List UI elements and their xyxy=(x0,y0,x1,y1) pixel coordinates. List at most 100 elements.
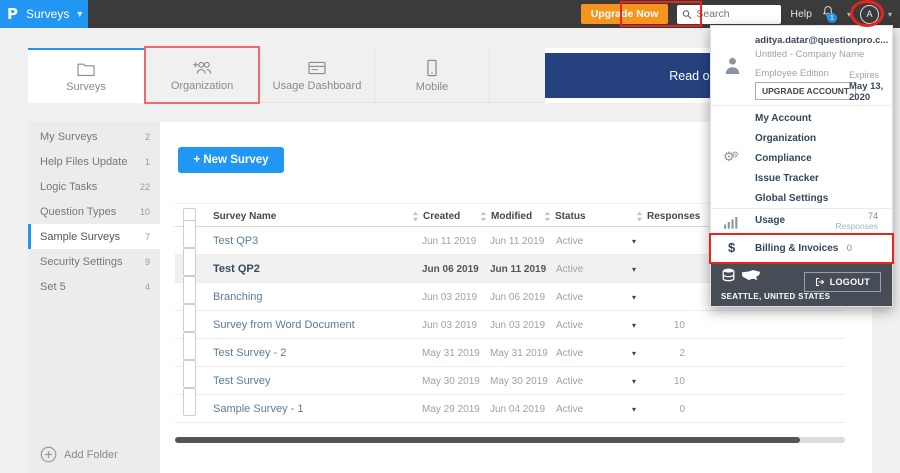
status-dropdown-caret[interactable]: ▾ xyxy=(632,255,636,283)
sort-icon xyxy=(480,211,487,221)
people-icon xyxy=(193,61,212,74)
new-survey-button[interactable]: + New Survey xyxy=(178,147,284,173)
column-header-status[interactable]: Status xyxy=(544,204,586,228)
notifications-button[interactable]: 1 xyxy=(821,4,838,24)
column-header-survey-name[interactable]: Survey Name xyxy=(213,204,276,228)
status-dropdown-caret[interactable]: ▾ xyxy=(632,367,636,395)
notification-badge: 1 xyxy=(826,13,837,23)
questionpro-dashboard: P Surveys ▼ Upgrade Now Help 1 ▾ A ▾ Sur… xyxy=(0,0,900,473)
status-dropdown-caret[interactable]: ▾ xyxy=(632,395,636,423)
horizontal-scrollbar[interactable] xyxy=(175,437,845,443)
chevron-down-icon[interactable]: ▾ xyxy=(888,10,892,19)
logout-icon xyxy=(815,278,824,286)
survey-name-link[interactable]: Survey from Word Document xyxy=(213,311,355,339)
column-header-responses[interactable]: Responses xyxy=(636,204,700,228)
tab-surveys[interactable]: Surveys xyxy=(28,48,145,103)
status-cell: Active xyxy=(556,263,584,275)
upgrade-account-button[interactable]: UPGRADE ACCOUNT xyxy=(755,82,857,100)
sort-icon xyxy=(544,211,551,221)
status-dropdown-caret[interactable]: ▾ xyxy=(632,311,636,339)
add-folder-button[interactable]: Add Folder xyxy=(40,446,118,463)
table-row-test-survey: Test Survey May 30 2019 May 30 2019 Active ▾… xyxy=(175,360,845,395)
expires-date: May 13, 2020 xyxy=(849,81,884,103)
account-avatar[interactable]: A xyxy=(859,4,879,24)
tab-usage-dashboard[interactable]: Usage Dashboard xyxy=(260,48,375,103)
account-email: aditya.datar@questionpro.c... xyxy=(755,35,889,46)
tab-label: Organization xyxy=(170,79,234,92)
survey-name-link[interactable]: Test QP3 xyxy=(213,227,258,255)
status-cell: Active xyxy=(556,291,584,303)
survey-name-link[interactable]: Branching xyxy=(213,283,263,311)
tab-mobile[interactable]: Mobile xyxy=(375,48,490,103)
survey-name-link[interactable]: Test Survey - 2 xyxy=(213,339,286,367)
bar-chart-icon xyxy=(724,217,738,229)
tab-organization[interactable]: Organization xyxy=(145,48,260,103)
row-checkbox[interactable] xyxy=(183,248,196,276)
sidebar-item-label: Set 5 xyxy=(40,280,66,293)
created-cell: Jun 03 2019 xyxy=(422,291,478,303)
status-cell: Active xyxy=(556,375,584,387)
row-checkbox[interactable] xyxy=(183,304,196,332)
surveys-app-menu[interactable]: P Surveys ▼ xyxy=(0,0,88,28)
menu-item-issue-tracker[interactable]: Issue Tracker xyxy=(711,168,892,188)
chevron-down-icon: ▼ xyxy=(75,9,85,19)
row-checkbox[interactable] xyxy=(183,276,196,304)
menu-item-organization[interactable]: Organization xyxy=(711,128,892,148)
sidebar-item-logic-tasks[interactable]: Logic Tasks 22 xyxy=(28,174,160,199)
tabs-region: Surveys Organization Usage Dashboard Mob… xyxy=(28,48,545,103)
row-checkbox[interactable] xyxy=(183,360,196,388)
upgrade-now-button[interactable]: Upgrade Now xyxy=(580,4,669,24)
usage-menu-item[interactable]: Usage 74 Responses xyxy=(711,209,892,235)
app-menu-label: Surveys xyxy=(26,7,70,21)
column-header-modified[interactable]: Modified xyxy=(480,204,532,228)
menu-item-my-account[interactable]: My Account xyxy=(711,108,892,128)
datacenter-location: SEATTLE, UNITED STATES xyxy=(721,292,831,301)
sidebar-item-help-files-update[interactable]: Help Files Update 1 xyxy=(28,149,160,174)
menu-item-global-settings[interactable]: Global Settings xyxy=(711,188,892,208)
billing-invoices-menu-item[interactable]: $ Billing & Invoices 0 xyxy=(709,233,894,264)
sidebar-item-count: 9 xyxy=(144,256,150,267)
folders-sidebar: My Surveys 2 Help Files Update 1 Logic Tasks… xyxy=(28,122,160,473)
survey-name-link[interactable]: Test Survey xyxy=(213,367,270,395)
status-cell: Active xyxy=(556,319,584,331)
chevron-down-icon[interactable]: ▾ xyxy=(847,10,851,19)
sidebar-item-label: Sample Surveys xyxy=(40,230,121,243)
mobile-icon xyxy=(427,59,437,76)
responses-cell: 2 xyxy=(679,347,685,359)
help-link[interactable]: Help xyxy=(790,8,812,20)
responses-cell: 0 xyxy=(679,403,685,415)
logout-button[interactable]: LOGOUT xyxy=(803,272,881,292)
column-header-created[interactable]: Created xyxy=(412,204,460,228)
row-checkbox[interactable] xyxy=(183,332,196,360)
sidebar-item-question-types[interactable]: Question Types 10 xyxy=(28,199,160,224)
scrollbar-thumb[interactable] xyxy=(175,437,800,443)
search-input[interactable] xyxy=(696,8,777,20)
search-box[interactable] xyxy=(677,4,782,24)
sidebar-item-security-settings[interactable]: Security Settings 9 xyxy=(28,249,160,274)
sidebar-item-my-surveys[interactable]: My Surveys 2 xyxy=(28,124,160,149)
logout-label: LOGOUT xyxy=(829,277,870,287)
account-edition: Employee Edition xyxy=(755,68,829,79)
survey-name-link[interactable]: Test QP2 xyxy=(213,255,260,283)
usage-label: Usage xyxy=(755,215,786,226)
sidebar-item-label: Question Types xyxy=(40,205,117,218)
account-panel-footer: SEATTLE, UNITED STATES LOGOUT xyxy=(711,262,892,306)
responses-cell xyxy=(655,227,685,255)
sidebar-item-count: 2 xyxy=(144,131,150,142)
status-dropdown-caret[interactable]: ▾ xyxy=(632,283,636,311)
responses-cell xyxy=(655,283,685,311)
sidebar-item-count: 10 xyxy=(139,206,150,217)
row-checkbox[interactable] xyxy=(183,388,196,416)
row-checkbox[interactable] xyxy=(183,220,196,248)
sidebar-item-sample-surveys[interactable]: Sample Surveys 7 xyxy=(28,224,160,249)
top-bar: P Surveys ▼ Upgrade Now Help 1 ▾ A ▾ xyxy=(0,0,900,28)
person-icon xyxy=(725,57,740,74)
status-dropdown-caret[interactable]: ▾ xyxy=(632,339,636,367)
expires-label: Expires xyxy=(849,70,880,80)
survey-name-link[interactable]: Sample Survey - 1 xyxy=(213,395,303,423)
sidebar-item-set-5[interactable]: Set 5 4 xyxy=(28,274,160,299)
tab-label: Usage Dashboard xyxy=(272,79,362,92)
created-cell: Jun 11 2019 xyxy=(422,235,477,247)
status-dropdown-caret[interactable]: ▾ xyxy=(632,227,636,255)
sidebar-list: My Surveys 2 Help Files Update 1 Logic Tasks… xyxy=(28,122,160,299)
